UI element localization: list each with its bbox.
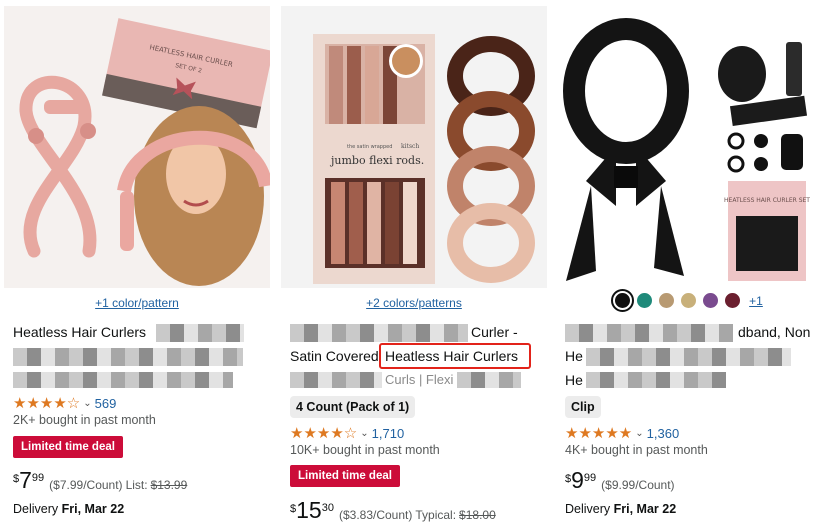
review-count-link[interactable]: 1,710 xyxy=(372,426,405,441)
swatch-teal[interactable] xyxy=(637,293,653,308)
rating-row[interactable]: ★★★★☆ ⌄ 1,710 xyxy=(290,424,404,442)
star-rating-icon: ★★★★★ xyxy=(565,425,633,442)
price-fraction: 30 xyxy=(321,502,334,514)
svg-text:the satin wrapped: the satin wrapped xyxy=(347,144,392,150)
svg-text:kitsch: kitsch xyxy=(401,143,419,150)
redacted-title-blur xyxy=(156,324,244,342)
price-whole: 9 xyxy=(571,467,584,493)
redacted-title-blur xyxy=(457,372,521,388)
price-row[interactable]: $ 7 99 ($7.99/Count) List: $13.99 xyxy=(13,467,188,493)
star-rating-icon: ★★★★☆ xyxy=(13,395,81,412)
list-price: $13.99 xyxy=(150,478,188,492)
product-title-line1[interactable]: dband, Non xyxy=(738,324,810,340)
style-chip[interactable]: Clip xyxy=(565,396,601,418)
product-title[interactable]: Heatless Hair Curlers xyxy=(13,324,146,340)
review-count-link[interactable]: 1,360 xyxy=(647,426,680,441)
price-fraction: 99 xyxy=(583,472,597,484)
bought-count: 4K+ bought in past month xyxy=(565,443,708,457)
delivery-date: Fri, Mar 22 xyxy=(613,502,677,516)
product-card-2[interactable]: the satin wrapped kitsch jumbo flexi rod… xyxy=(281,6,547,523)
rating-row[interactable]: ★★★★★ ⌄ 1,360 xyxy=(565,424,679,442)
more-swatches-link[interactable]: +1 xyxy=(749,294,763,308)
delivery-date: Fri, Mar 22 xyxy=(61,502,125,516)
svg-text:HEATLESS HAIR CURLER SET: HEATLESS HAIR CURLER SET xyxy=(724,197,810,204)
limited-deal-badge: Limited time deal xyxy=(290,465,400,487)
highlight-box xyxy=(379,343,531,369)
hair-curler-photo: HEATLESS HAIR CURLER SET OF 2 xyxy=(4,6,270,288)
unit-price: ($3.83/Count) xyxy=(338,508,413,522)
product-title-line2[interactable]: He xyxy=(565,348,583,364)
unit-price: ($7.99/Count) xyxy=(49,478,123,492)
redacted-title-blur xyxy=(565,324,733,342)
delivery-label: Delivery xyxy=(565,502,611,516)
star-rating-icon: ★★★★☆ xyxy=(290,425,358,442)
swatch-khaki[interactable] xyxy=(681,293,697,308)
product-title-line3[interactable]: He xyxy=(565,372,583,388)
black-curler-photo: HEATLESS HAIR CURLER SET xyxy=(556,6,822,288)
product-card-3[interactable]: HEATLESS HAIR CURLER SET +1 dband, Non H… xyxy=(556,6,822,523)
delivery-label: Delivery xyxy=(13,502,59,516)
color-swatches[interactable]: +1 xyxy=(556,289,822,312)
unit-price: ($9.99/Count) xyxy=(601,478,675,492)
rating-row[interactable]: ★★★★☆ ⌄ 569 xyxy=(13,394,116,412)
redacted-title-blur xyxy=(586,372,726,388)
size-chip[interactable]: 4 Count (Pack of 1) xyxy=(290,396,416,418)
product-image-2[interactable]: the satin wrapped kitsch jumbo flexi rod… xyxy=(281,6,547,288)
limited-deal-badge: Limited time deal xyxy=(13,436,123,458)
product-title-line2[interactable]: Satin Covered xyxy=(290,348,379,364)
product-image-1[interactable]: HEATLESS HAIR CURLER SET OF 2 xyxy=(4,6,270,288)
product-title-line1[interactable]: Curler - xyxy=(471,324,518,340)
color-options-link[interactable]: +2 colors/patterns xyxy=(281,296,547,310)
bought-count: 2K+ bought in past month xyxy=(13,413,156,427)
typical-price: $18.00 xyxy=(459,508,496,522)
list-price-label: List: xyxy=(125,478,148,492)
svg-text:jumbo flexi rods.: jumbo flexi rods. xyxy=(329,154,424,167)
flexi-rods-photo: the satin wrapped kitsch jumbo flexi rod… xyxy=(281,6,547,288)
swatch-burgundy[interactable] xyxy=(725,293,741,308)
redacted-title-blur xyxy=(586,348,791,366)
swatch-purple[interactable] xyxy=(703,293,719,308)
chevron-down-icon[interactable]: ⌄ xyxy=(360,428,368,439)
color-options-link[interactable]: +1 color/pattern xyxy=(4,296,270,310)
swatch-black[interactable] xyxy=(611,289,635,312)
price-row[interactable]: $ 15 30 ($3.83/Count) Typical: $18.00 xyxy=(290,497,496,523)
delivery-info: Delivery Fri, Mar 22 xyxy=(565,502,676,516)
delivery-info: Delivery Fri, Mar 22 xyxy=(13,502,124,516)
redacted-title-blur xyxy=(13,348,243,366)
redacted-title-blur xyxy=(290,372,382,388)
typical-price-label: Typical: xyxy=(415,508,457,522)
product-image-3[interactable]: HEATLESS HAIR CURLER SET xyxy=(556,6,822,288)
price-fraction: 99 xyxy=(31,472,45,484)
redacted-title-blur xyxy=(13,372,233,388)
bought-count: 10K+ bought in past month xyxy=(290,443,440,457)
price-whole: 7 xyxy=(19,467,32,493)
chevron-down-icon[interactable]: ⌄ xyxy=(83,398,91,409)
redacted-title-blur xyxy=(290,324,468,342)
product-card-1[interactable]: HEATLESS HAIR CURLER SET OF 2 +1 color/p… xyxy=(4,6,270,523)
price-whole: 15 xyxy=(296,497,322,523)
price-row[interactable]: $ 9 99 ($9.99/Count) xyxy=(565,467,675,493)
review-count-link[interactable]: 569 xyxy=(95,396,117,411)
chevron-down-icon[interactable]: ⌄ xyxy=(635,428,643,439)
swatch-tan[interactable] xyxy=(659,293,675,308)
